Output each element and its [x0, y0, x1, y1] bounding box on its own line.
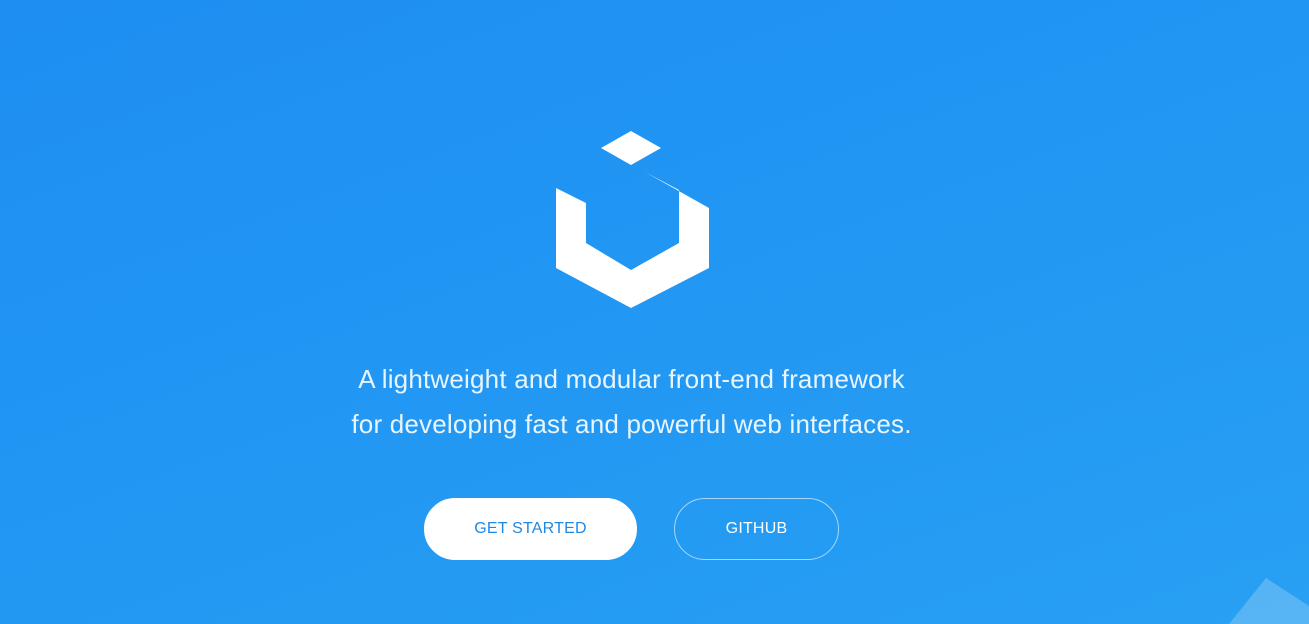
get-started-button[interactable]: GET STARTED — [424, 498, 637, 560]
uikit-logo-icon — [556, 131, 709, 308]
decorative-triangle-shape — [1229, 578, 1309, 624]
tagline-line-2: for developing fast and powerful web int… — [351, 409, 912, 439]
github-button[interactable]: GITHUB — [674, 498, 839, 560]
hero-section: A lightweight and modular front-end fram… — [0, 0, 1309, 624]
tagline-line-1: A lightweight and modular front-end fram… — [358, 364, 905, 394]
